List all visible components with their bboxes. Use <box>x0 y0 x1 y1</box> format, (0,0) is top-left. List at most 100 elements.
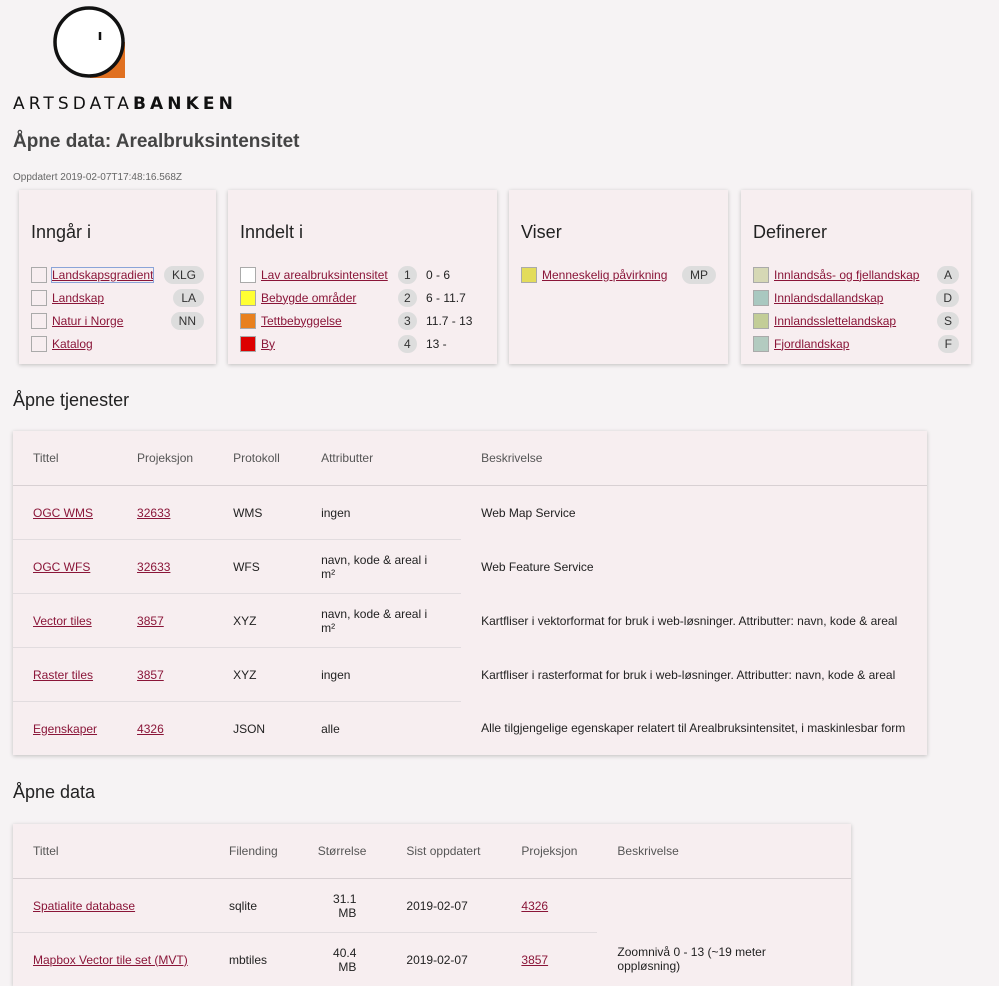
column-header: Størrelse <box>298 824 387 879</box>
range-label: 11.7 - 13 <box>426 314 472 328</box>
service-title-link[interactable]: OGC WMS <box>33 506 93 520</box>
table-row: Spatialite database sqlite 31.1 MB 2019-… <box>13 879 851 933</box>
list-item[interactable]: Fjordlandskap F <box>753 332 959 355</box>
list-item[interactable]: Innlandsås- og fjellandskap A <box>753 263 959 286</box>
code-badge: D <box>936 289 959 307</box>
column-header: Beskrivelse <box>597 824 851 879</box>
link-fjordlandskap[interactable]: Fjordlandskap <box>774 337 849 351</box>
list-item[interactable]: Natur i Norge NN <box>31 309 204 332</box>
list-item[interactable]: Landskap LA <box>31 286 204 309</box>
number-badge: 2 <box>398 289 417 307</box>
code-badge: KLG <box>164 266 204 284</box>
color-swatch <box>240 290 256 306</box>
description-cell: Zoomnivå 0 - 13 (~19 meter oppløsning) <box>597 933 851 986</box>
list-item[interactable]: Innlandsdallandskap D <box>753 286 959 309</box>
link-landskapsgradient[interactable]: Landskapsgradient <box>52 268 153 282</box>
code-badge: A <box>937 266 959 284</box>
table-row: Vector tiles 3857 XYZ navn, kode & areal… <box>13 594 927 648</box>
card-inndelt-i: Inndelt i Lav arealbruksintensitet 1 0 -… <box>228 190 497 364</box>
attributes-cell: navn, kode & areal i m² <box>301 540 461 594</box>
projection-link[interactable]: 4326 <box>137 722 164 736</box>
link-katalog[interactable]: Katalog <box>52 337 93 351</box>
number-badge: 1 <box>398 266 417 284</box>
protocol-cell: JSON <box>213 702 301 756</box>
checkbox[interactable] <box>31 290 47 306</box>
link-by[interactable]: By <box>261 337 275 351</box>
attributes-cell: ingen <box>301 648 461 702</box>
checkbox[interactable] <box>31 267 47 283</box>
projection-link[interactable]: 3857 <box>137 668 164 682</box>
column-header: Tittel <box>13 431 117 486</box>
code-badge: F <box>938 335 959 353</box>
color-swatch <box>753 313 769 329</box>
column-header: Protokoll <box>213 431 301 486</box>
card-title: Viser <box>521 222 562 243</box>
range-label: 13 - <box>426 337 447 351</box>
protocol-cell: WFS <box>213 540 301 594</box>
updated-cell: 2019-02-07 <box>386 933 501 986</box>
service-title-link[interactable]: Vector tiles <box>33 614 92 628</box>
column-header: Attributter <box>301 431 461 486</box>
dataset-title-link[interactable]: Mapbox Vector tile set (MVT) <box>33 953 188 967</box>
color-swatch <box>753 290 769 306</box>
column-header: Beskrivelse <box>461 431 927 486</box>
list-item[interactable]: Landskapsgradient KLG <box>31 263 204 286</box>
link-bebygde-omrader[interactable]: Bebygde områder <box>261 291 356 305</box>
projection-link[interactable]: 3857 <box>137 614 164 628</box>
checkbox[interactable] <box>31 313 47 329</box>
list-item[interactable]: Tettbebyggelse 3 11.7 - 13 <box>240 309 485 332</box>
list-item[interactable]: Bebygde områder 2 6 - 11.7 <box>240 286 485 309</box>
description-cell: Kartfliser i vektorformat for bruk i web… <box>461 594 927 648</box>
color-swatch <box>240 267 256 283</box>
service-title-link[interactable]: Raster tiles <box>33 668 93 682</box>
list-item[interactable]: Lav arealbruksintensitet 1 0 - 6 <box>240 263 485 286</box>
code-badge: MP <box>682 266 716 284</box>
artsdatabanken-logo[interactable]: ARTSDATABANKEN <box>13 6 175 116</box>
code-badge: NN <box>171 312 204 330</box>
card-viser: Viser Menneskelig påvirkning MP <box>509 190 728 364</box>
checkbox[interactable] <box>31 336 47 352</box>
card-title: Inngår i <box>31 222 91 243</box>
column-header: Filending <box>209 824 298 879</box>
list-item[interactable]: Katalog <box>31 332 204 355</box>
link-innlandsas-og-fjellandskap[interactable]: Innlandsås- og fjellandskap <box>774 268 919 282</box>
link-menneskelig-pavirkning[interactable]: Menneskelig påvirkning <box>542 268 667 282</box>
attributes-cell: navn, kode & areal i m² <box>301 594 461 648</box>
table-row: OGC WFS 32633 WFS navn, kode & areal i m… <box>13 540 927 594</box>
link-innlandsslettelandskap[interactable]: Innlandsslettelandskap <box>774 314 896 328</box>
list-item[interactable]: Menneskelig påvirkning MP <box>521 263 716 286</box>
services-table: Tittel Projeksjon Protokoll Attributter … <box>13 431 927 755</box>
link-tettbebyggelse[interactable]: Tettbebyggelse <box>261 314 342 328</box>
size-cell: 40.4 MB <box>298 933 387 986</box>
dataset-title-link[interactable]: Spatialite database <box>33 899 135 913</box>
section-title-apne-data: Åpne data <box>13 782 95 803</box>
list-item[interactable]: Innlandsslettelandskap S <box>753 309 959 332</box>
table-header-row: Tittel Projeksjon Protokoll Attributter … <box>13 431 927 486</box>
column-header: Projeksjon <box>117 431 213 486</box>
column-header: Projeksjon <box>501 824 597 879</box>
service-title-link[interactable]: Egenskaper <box>33 722 97 736</box>
card-inngar-i: Inngår i Landskapsgradient KLG Landskap … <box>19 190 216 364</box>
table-row: Egenskaper 4326 JSON alle Alle tilgjenge… <box>13 702 927 756</box>
color-swatch <box>240 313 256 329</box>
projection-link[interactable]: 3857 <box>521 953 548 967</box>
link-innlandsdallandskap[interactable]: Innlandsdallandskap <box>774 291 883 305</box>
extension-cell: mbtiles <box>209 933 298 986</box>
link-landskap[interactable]: Landskap <box>52 291 104 305</box>
protocol-cell: WMS <box>213 486 301 540</box>
color-swatch <box>521 267 537 283</box>
link-lav-arealbruksintensitet[interactable]: Lav arealbruksintensitet <box>261 268 388 282</box>
projection-link[interactable]: 32633 <box>137 506 170 520</box>
projection-link[interactable]: 4326 <box>521 899 548 913</box>
link-natur-i-norge[interactable]: Natur i Norge <box>52 314 123 328</box>
projection-link[interactable]: 32633 <box>137 560 170 574</box>
list-item[interactable]: By 4 13 - <box>240 332 485 355</box>
description-cell: Web Feature Service <box>461 540 927 594</box>
color-swatch <box>240 336 256 352</box>
description-cell: Alle tilgjengelige egenskaper relatert t… <box>461 702 927 756</box>
table-row: OGC WMS 32633 WMS ingen Web Map Service <box>13 486 927 540</box>
updated-timestamp: Oppdatert 2019-02-07T17:48:16.568Z <box>13 172 182 183</box>
table-header-row: Tittel Filending Størrelse Sist oppdater… <box>13 824 851 879</box>
column-header: Sist oppdatert <box>386 824 501 879</box>
service-title-link[interactable]: OGC WFS <box>33 560 90 574</box>
